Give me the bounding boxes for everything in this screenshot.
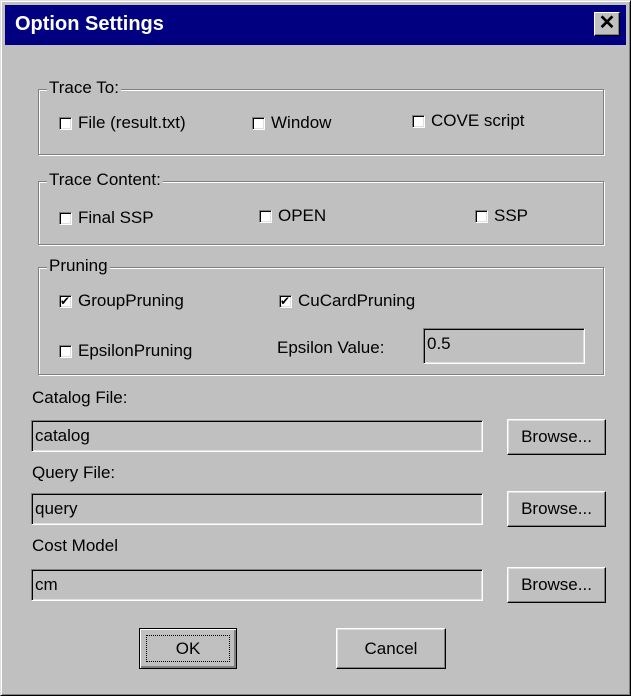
epsilon-pruning-checkbox-box[interactable] bbox=[59, 344, 72, 358]
ssp-label: SSP bbox=[494, 206, 529, 225]
open-checkbox-box[interactable] bbox=[259, 209, 272, 223]
open-checkbox[interactable]: OPEN bbox=[259, 206, 326, 226]
epsilon-pruning-checkbox[interactable]: EpsilonPruning bbox=[59, 341, 192, 361]
query-file-field[interactable]: query bbox=[31, 493, 483, 525]
catalog-browse-label: Browse... bbox=[521, 427, 592, 446]
close-icon: ✕ bbox=[598, 12, 616, 34]
trace-content-legend: Trace Content: bbox=[47, 170, 163, 190]
cove-script-checkbox[interactable]: COVE script bbox=[412, 111, 525, 131]
window-checkbox-box[interactable] bbox=[252, 116, 265, 130]
cucard-pruning-checkbox[interactable]: CuCardPruning bbox=[279, 291, 415, 311]
focus-indicator bbox=[146, 635, 230, 662]
trace-to-legend: Trace To: bbox=[47, 78, 121, 98]
group-pruning-label: GroupPruning bbox=[78, 291, 184, 310]
title-bar[interactable]: Option Settings ✕ bbox=[5, 5, 626, 45]
ssp-checkbox-box[interactable] bbox=[475, 209, 488, 223]
cancel-label: Cancel bbox=[364, 639, 418, 658]
dialog-title: Option Settings bbox=[15, 13, 164, 35]
close-button[interactable]: ✕ bbox=[594, 12, 620, 36]
catalog-browse-button[interactable]: Browse... bbox=[507, 419, 606, 455]
cost-model-field[interactable]: cm bbox=[31, 569, 483, 601]
epsilon-pruning-label: EpsilonPruning bbox=[78, 341, 193, 360]
open-label: OPEN bbox=[278, 206, 327, 225]
ok-button[interactable]: OK bbox=[139, 628, 237, 669]
cancel-button[interactable]: Cancel bbox=[336, 628, 446, 669]
option-settings-dialog: Option Settings ✕ Trace To: File (result… bbox=[0, 0, 631, 696]
group-pruning-checkbox-box[interactable] bbox=[59, 293, 72, 309]
file-result-checkbox[interactable]: File (result.txt) bbox=[59, 113, 186, 133]
query-file-label: Query File: bbox=[32, 463, 116, 482]
final-ssp-label: Final SSP bbox=[78, 208, 154, 227]
cucard-pruning-label: CuCardPruning bbox=[298, 291, 416, 310]
cucard-pruning-checkbox-box[interactable] bbox=[279, 293, 292, 309]
window-label: Window bbox=[271, 113, 332, 132]
cove-script-label: COVE script bbox=[431, 111, 525, 130]
pruning-legend: Pruning bbox=[47, 256, 110, 276]
epsilon-value-label: Epsilon Value: bbox=[277, 338, 385, 357]
file-result-label: File (result.txt) bbox=[78, 113, 186, 132]
cove-script-checkbox-box[interactable] bbox=[412, 114, 425, 128]
final-ssp-checkbox-box[interactable] bbox=[59, 211, 72, 225]
epsilon-value-field[interactable]: 0.5 bbox=[423, 328, 585, 364]
catalog-file-field[interactable]: catalog bbox=[31, 420, 483, 452]
query-browse-button[interactable]: Browse... bbox=[507, 491, 606, 527]
cost-model-label: Cost Model bbox=[32, 536, 118, 555]
final-ssp-checkbox[interactable]: Final SSP bbox=[59, 208, 154, 228]
group-pruning-checkbox[interactable]: GroupPruning bbox=[59, 291, 184, 311]
window-checkbox[interactable]: Window bbox=[252, 113, 331, 133]
cost-model-browse-label: Browse... bbox=[521, 575, 592, 594]
cost-model-browse-button[interactable]: Browse... bbox=[507, 567, 606, 603]
catalog-file-label: Catalog File: bbox=[32, 388, 128, 407]
ssp-checkbox[interactable]: SSP bbox=[475, 206, 528, 226]
file-result-checkbox-box[interactable] bbox=[59, 116, 72, 130]
query-browse-label: Browse... bbox=[521, 499, 592, 518]
